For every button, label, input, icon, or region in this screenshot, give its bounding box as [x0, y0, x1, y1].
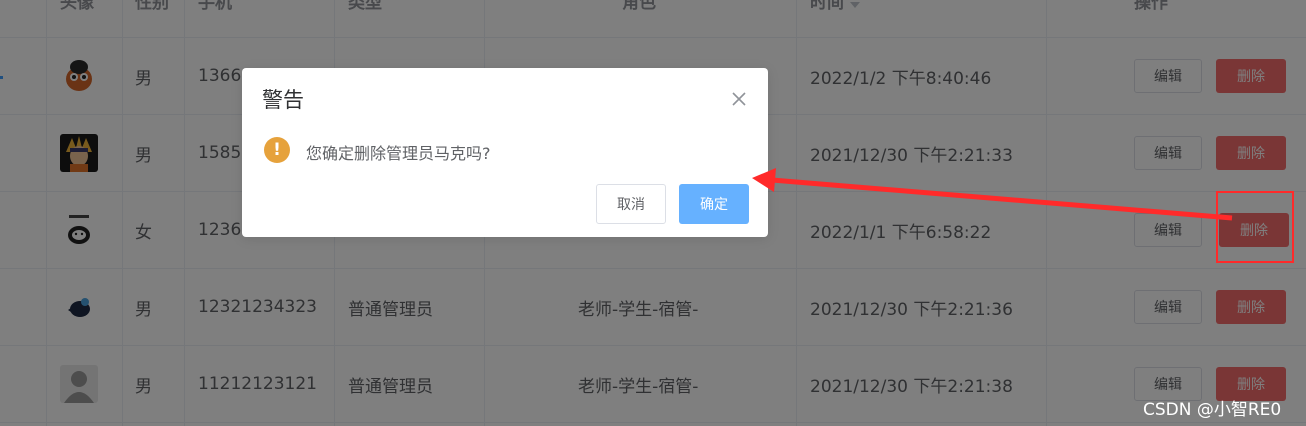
annotation-arrow: [752, 168, 1233, 221]
watermark: CSDN @小智RE0: [1143, 400, 1282, 420]
